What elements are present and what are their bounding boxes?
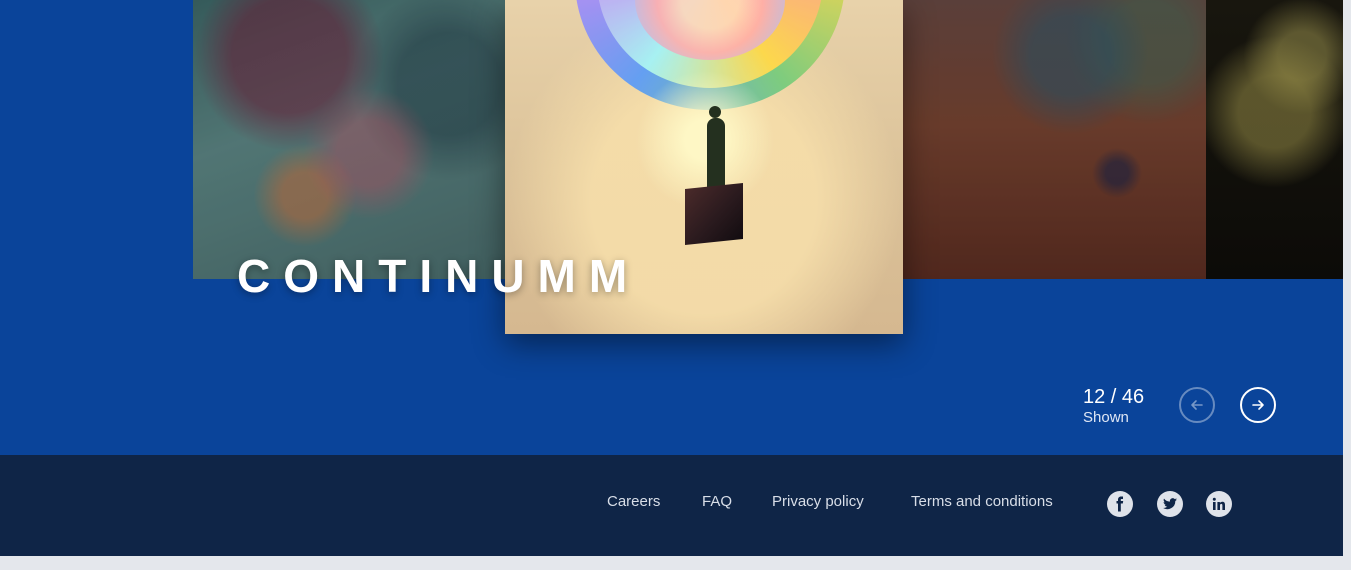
footer-link-terms[interactable]: Terms and conditions <box>911 493 1053 510</box>
facebook-button[interactable] <box>1107 491 1133 517</box>
gallery-hero: CONTINUMM 12 / 46 Shown <box>0 0 1343 455</box>
page-frame: CONTINUMM 12 / 46 Shown Careers FAQ Priv… <box>0 0 1343 556</box>
twitter-icon <box>1163 498 1177 510</box>
linkedin-button[interactable] <box>1206 491 1232 517</box>
footer-link-faq[interactable]: FAQ <box>702 493 732 510</box>
site-footer <box>0 455 1343 556</box>
arrow-right-icon <box>1252 400 1264 410</box>
facebook-icon <box>1116 496 1124 512</box>
counter-value: 12 / 46 <box>1083 386 1145 408</box>
linkedin-icon <box>1212 497 1225 510</box>
next-button[interactable] <box>1240 387 1276 423</box>
twitter-button[interactable] <box>1157 491 1183 517</box>
artwork-cube <box>685 182 743 246</box>
gallery-counter: 12 / 46 Shown <box>1083 386 1144 428</box>
artwork-card-4[interactable] <box>1206 0 1343 279</box>
artwork-card-3[interactable] <box>900 0 1210 279</box>
arrow-left-icon <box>1191 400 1203 410</box>
footer-link-privacy-policy[interactable]: Privacy policy <box>772 493 864 510</box>
artwork-card-1[interactable] <box>193 0 513 279</box>
artwork-figure <box>707 106 725 190</box>
gallery-title: CONTINUMM <box>237 250 641 302</box>
footer-link-careers[interactable]: Careers <box>607 493 660 510</box>
counter-label: Shown <box>1083 409 1129 426</box>
prev-button[interactable] <box>1179 387 1215 423</box>
